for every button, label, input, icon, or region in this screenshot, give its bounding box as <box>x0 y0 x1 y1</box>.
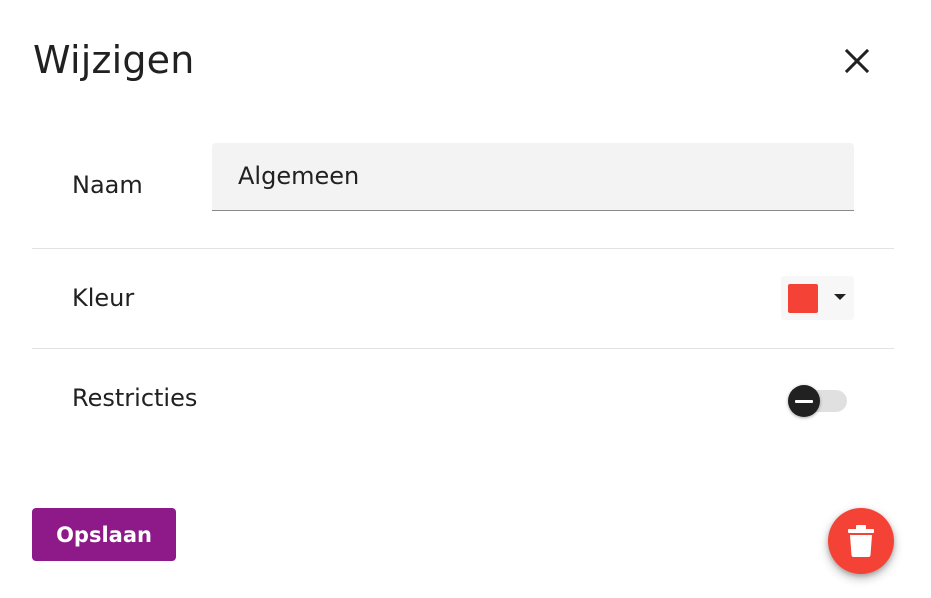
name-input[interactable] <box>238 157 828 195</box>
delete-button[interactable] <box>828 508 894 574</box>
save-button[interactable]: Opslaan <box>32 508 176 561</box>
caret-down-icon <box>834 294 846 300</box>
close-button[interactable] <box>836 40 878 82</box>
name-label: Naam <box>72 171 143 199</box>
divider <box>32 248 894 249</box>
restrictions-toggle[interactable] <box>786 384 850 420</box>
restrictions-label: Restricties <box>72 384 198 412</box>
color-picker[interactable] <box>781 276 854 320</box>
dialog-title: Wijzigen <box>33 38 195 82</box>
toggle-knob <box>788 385 820 417</box>
divider <box>32 348 894 349</box>
edit-dialog: Wijzigen Naam Kleur Restricties Opslaan <box>0 0 931 598</box>
color-label: Kleur <box>72 284 135 312</box>
minus-icon <box>795 399 813 403</box>
color-swatch <box>788 284 818 313</box>
name-field[interactable] <box>212 143 854 211</box>
trash-icon <box>848 525 874 557</box>
close-icon <box>844 48 870 74</box>
